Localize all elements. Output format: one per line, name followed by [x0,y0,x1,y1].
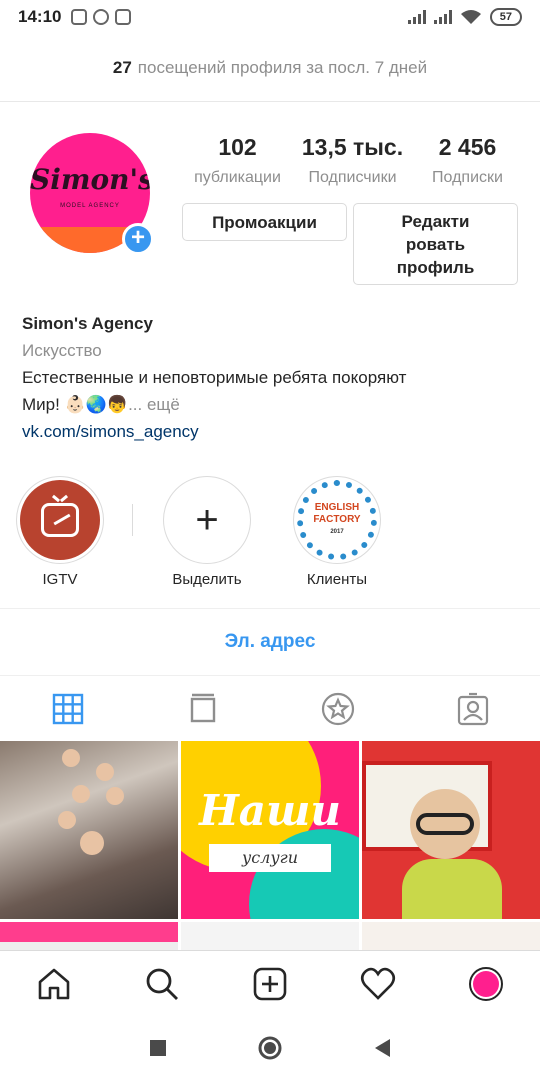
highlight-clients[interactable]: ENGLISH FACTORY 2017 Клиенты [291,476,383,588]
highlight-igtv[interactable]: IGTV [14,476,106,588]
recents-icon[interactable] [149,1039,167,1057]
story-highlights: IGTV + Выделить ENGLISH FACTORY 2017 Клие… [14,476,421,588]
stat-followers-value: 13,5 тыс. [301,134,404,160]
highlight-divider [132,504,133,536]
profile-name: Simon's Agency [22,314,153,333]
post-thumbnail[interactable]: Наши услуги [181,741,359,919]
instagram-notification-icon [71,9,88,25]
avatar-logo-subtext: MODEL AGENCY [60,203,120,209]
nav-search[interactable] [108,951,216,1016]
status-time: 14:10 [18,7,62,26]
nav-activity[interactable] [324,951,432,1016]
profile-tabs [0,678,540,740]
bio-text-line1: Естественные и неповторимые ребята покор… [22,368,407,387]
add-story-icon[interactable]: + [122,223,154,255]
bio-text-line2: Мир! 👶🏻🌏👦 [22,395,129,414]
nav-new-post[interactable] [216,951,324,1016]
bottom-navigation [0,950,540,1016]
highlight-label: Выделить [172,571,242,588]
tagged-icon [457,692,488,726]
stat-followers-label: Подписчики [308,169,397,186]
highlight-label: IGTV [42,571,78,588]
back-icon[interactable] [373,1038,391,1058]
whatsapp-notification-icon [93,9,110,25]
edit-profile-button[interactable]: Редакти ровать профиль [353,203,518,285]
stat-followers[interactable]: 13,5 тыс. Подписчики [295,134,410,187]
stat-posts-label: публикации [194,169,281,186]
post-graphic-subtitle: услуги [209,844,331,872]
star-icon [321,692,354,726]
stat-posts-value: 102 [218,134,257,160]
new-post-icon [253,967,287,1000]
post-thumbnail[interactable] [0,741,178,919]
battery-icon: 57 [489,8,522,26]
system-navigation [0,1016,540,1080]
heart-icon [360,967,396,1000]
stat-following-value: 2 456 [438,134,497,160]
tab-featured[interactable] [270,678,405,740]
profile-visits-banner[interactable]: 27 посещений профиля за посл. 7 дней [0,34,540,102]
igtv-icon [41,503,79,537]
profile-avatar[interactable]: Simon's MODEL AGENCY + [30,133,154,255]
notification-icons [71,9,132,25]
signal-icon [407,10,426,24]
tab-tagged[interactable] [405,678,540,740]
signal-icon-2 [433,10,452,24]
email-button[interactable]: Эл. адрес [0,608,540,676]
igtv-tab-icon [190,693,215,723]
stat-posts[interactable]: 102 публикации [180,134,295,187]
home-icon [38,968,70,999]
tab-grid[interactable] [0,678,135,740]
plus-icon: + [195,497,219,542]
gmail-notification-icon [115,9,132,25]
nav-profile[interactable] [432,951,540,1016]
grid-icon [52,693,83,725]
bio-more-link[interactable]: ... ещё [128,395,180,414]
profile-website-link[interactable]: vk.com/simons_agency [22,418,522,445]
profile-avatar-small [469,966,503,1001]
avatar-logo-text: Simon's [30,163,150,196]
post-thumbnail[interactable] [362,741,540,919]
post-graphic-title: Наши [199,786,341,835]
profile-bio: Simon's Agency Искусство Естественные и … [22,310,522,445]
stat-following[interactable]: 2 456 Подписки [410,134,525,187]
nav-home[interactable] [0,951,108,1016]
tab-igtv[interactable] [135,678,270,740]
visits-count: 27 [112,57,132,77]
highlight-new[interactable]: + Выделить [161,476,253,588]
visits-text: посещений профиля за посл. 7 дней [137,57,428,77]
home-button-icon[interactable] [257,1035,283,1061]
english-factory-logo: ENGLISH FACTORY 2017 [297,480,377,560]
wifi-icon [460,10,481,24]
status-bar: 14:10 57 [0,0,540,34]
stat-following-label: Подписки [432,169,503,186]
promotions-button[interactable]: Промоакции [182,203,347,241]
profile-category: Искусство [22,341,102,360]
search-icon [146,968,178,1000]
profile-stats: 102 публикации 13,5 тыс. Подписчики 2 45… [180,134,525,187]
highlight-label: Клиенты [306,571,368,588]
